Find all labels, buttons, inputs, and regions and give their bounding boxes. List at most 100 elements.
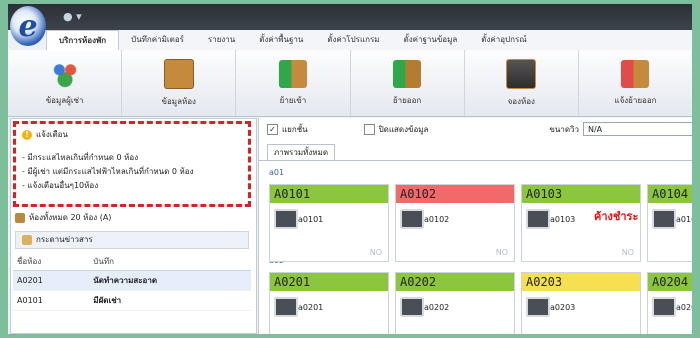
room-card[interactable]: A0103 a0103 ค้างชำระ NO [521, 184, 641, 262]
room-card[interactable]: A0202a0202NO [395, 272, 515, 334]
room-card[interactable]: A0204a0204NO [647, 272, 692, 334]
app-window: ● ▾ e บริการห้องพัก บันทึกค่ามิเตอร์ ราย… [8, 4, 692, 334]
notify-move-out-button[interactable]: แจ้งย้ายออก [579, 50, 692, 116]
room-card[interactable]: A0102 a0102 NO [395, 184, 515, 262]
meter-icon [274, 209, 298, 229]
room-number: A0202 [396, 273, 514, 291]
alert-title-text: แจ้งเตือน [36, 130, 68, 139]
alert-line: - มีผู้เช่า แต่มีกระแสไฟฟ้าไหลเกินที่กำห… [22, 167, 194, 176]
room-number: A0204 [648, 273, 692, 291]
ribbon: ข้อมูลผู้เช่า ข้อมูลห้อง ย้ายเข้า ย้ายออ… [8, 50, 692, 117]
note-cell: นัดทำความสะอาด [89, 270, 251, 291]
left-panel: ! แจ้งเตือน - มีกระแสไหลเกินที่กำหนด 0 ห… [10, 118, 257, 334]
meter-icon [526, 209, 550, 229]
tab-device-settings[interactable]: ตั้งค่าอุปกรณ์ [469, 30, 538, 50]
room-card[interactable]: A0101 a0101 NO [269, 184, 389, 262]
room-code: a0101 [298, 215, 324, 224]
notes-table: ชื่อห้อง บันทึก A0201 นัดทำความสะอาด A01… [13, 253, 251, 311]
tab-program-settings[interactable]: ตั้งค่าโปรแกรม [315, 30, 391, 50]
note-cell: มีผัดเช่า [89, 290, 251, 311]
reserve-room-button[interactable]: จองห้อง [465, 50, 579, 116]
separate-floors-label: แยกชั้น [282, 124, 308, 134]
hide-info-label: ปิดแสดงข้อมูล [378, 124, 429, 134]
hide-info-checkbox[interactable] [363, 123, 375, 135]
zoom-label: ขนาดวิว [549, 124, 579, 134]
room-number: A0104 [648, 185, 692, 203]
users-icon [50, 59, 79, 88]
alert-box: ! แจ้งเตือน - มีกระแสไหลเกินที่กำหนด 0 ห… [13, 121, 251, 207]
meter-icon [526, 297, 550, 317]
alert-line: - แจ้งเตือนอื่นๆ10ห้อง [22, 181, 99, 190]
floor-label: a01 [269, 168, 285, 177]
room-cell: A0101 [13, 290, 90, 311]
room-code: a0104 [676, 215, 692, 224]
tenant-info-button[interactable]: ข้อมูลผู้เช่า [8, 50, 123, 116]
zoom-select[interactable]: N/A [583, 122, 692, 136]
ribbon-label: แจ้งย้ายออก [614, 95, 657, 105]
meter-icon [652, 297, 676, 317]
ribbon-label: ข้อมูลผู้เช่า [45, 95, 84, 105]
room-number: A0103 [522, 185, 640, 203]
room-code: a0204 [676, 303, 692, 312]
move-in-icon [278, 59, 307, 88]
bulletin-board-tab[interactable]: กระดานข่าวสาร [15, 231, 249, 249]
tab-report[interactable]: รายงาน [196, 30, 247, 50]
move-out-icon [393, 59, 422, 88]
app-logo[interactable]: e [10, 6, 46, 46]
ribbon-label: ย้ายเข้า [279, 95, 307, 105]
move-in-button[interactable]: ย้ายเข้า [236, 50, 351, 116]
alert-title: ! แจ้งเตือน [22, 128, 242, 141]
meter-icon [652, 209, 676, 229]
room-code: a0203 [550, 303, 576, 312]
meter-icon [400, 297, 424, 317]
column-header: ชื่อห้อง [13, 253, 90, 271]
warning-icon: ! [22, 129, 32, 140]
bulletin-board-title: กระดานข่าวสาร [36, 235, 93, 244]
room-number: A0101 [270, 185, 388, 203]
room-number: A0102 [396, 185, 514, 203]
ribbon-label: จองห้อง [507, 96, 535, 106]
room-code: a0201 [298, 303, 324, 312]
column-header: บันทึก [89, 253, 251, 271]
power-status: NO [621, 248, 634, 257]
door-icon [163, 58, 194, 89]
room-code: a0102 [424, 215, 450, 224]
meter-icon [400, 209, 424, 229]
board-icon [22, 235, 32, 245]
table-row[interactable]: A0201 นัดทำความสะอาด [13, 270, 251, 291]
room-grid-panel: ✓ แยกชั้น ปิดแสดงข้อมูล ขนาดวิว N/A ภาพร… [258, 118, 692, 334]
room-count-text: ห้องทั้งหมด 20 ห้อง (A) [29, 213, 112, 222]
meter-icon [274, 297, 298, 317]
alert-line: - มีกระแสไหลเกินที่กำหนด 0 ห้อง [22, 153, 139, 162]
menu-tabs: บริการห้องพัก บันทึกค่ามิเตอร์ รายงาน ตั… [46, 30, 692, 51]
payment-status: ค้างชำระ [594, 210, 639, 223]
room-info-button[interactable]: ข้อมูลห้อง [122, 50, 237, 116]
tab-basic-settings[interactable]: ตั้งค่าพื้นฐาน [247, 30, 315, 50]
reserve-icon [506, 58, 537, 89]
power-status: NO [369, 248, 382, 257]
power-status: NO [495, 248, 508, 257]
tab-database-settings[interactable]: ตั้งค่าฐานข้อมูล [392, 30, 470, 50]
room-cell: A0201 [13, 270, 90, 291]
divider [259, 160, 692, 161]
move-out-button[interactable]: ย้ายออก [351, 50, 465, 116]
notify-move-out-icon [621, 59, 650, 88]
filter-bar: ✓ แยกชั้น ปิดแสดงข้อมูล ขนาดวิว N/A [259, 118, 692, 140]
room-card[interactable]: A0203a0203NO [521, 272, 641, 334]
door-icon [15, 212, 25, 223]
room-number: A0201 [270, 273, 388, 291]
tab-meter[interactable]: บันทึกค่ามิเตอร์ [119, 30, 196, 50]
table-row[interactable]: A0101 มีผัดเช่า [13, 290, 251, 311]
room-card[interactable]: A0104a0104NO [647, 184, 692, 262]
room-number: A0203 [522, 273, 640, 291]
separate-floors-checkbox[interactable]: ✓ [267, 123, 278, 135]
room-code: a0103 [550, 215, 576, 224]
room-count: ห้องทั้งหมด 20 ห้อง (A) [15, 211, 111, 224]
ribbon-label: ย้ายออก [392, 95, 422, 105]
quick-access-toolbar[interactable]: ● ▾ [63, 10, 82, 23]
tab-room-service[interactable]: บริการห้องพัก [46, 30, 120, 50]
title-bar: ● ▾ [8, 4, 692, 30]
room-card[interactable]: A0201a0201NO [269, 272, 389, 334]
room-code: a0202 [424, 303, 450, 312]
tab-overview[interactable]: ภาพรวมทั้งหมด [267, 144, 336, 161]
